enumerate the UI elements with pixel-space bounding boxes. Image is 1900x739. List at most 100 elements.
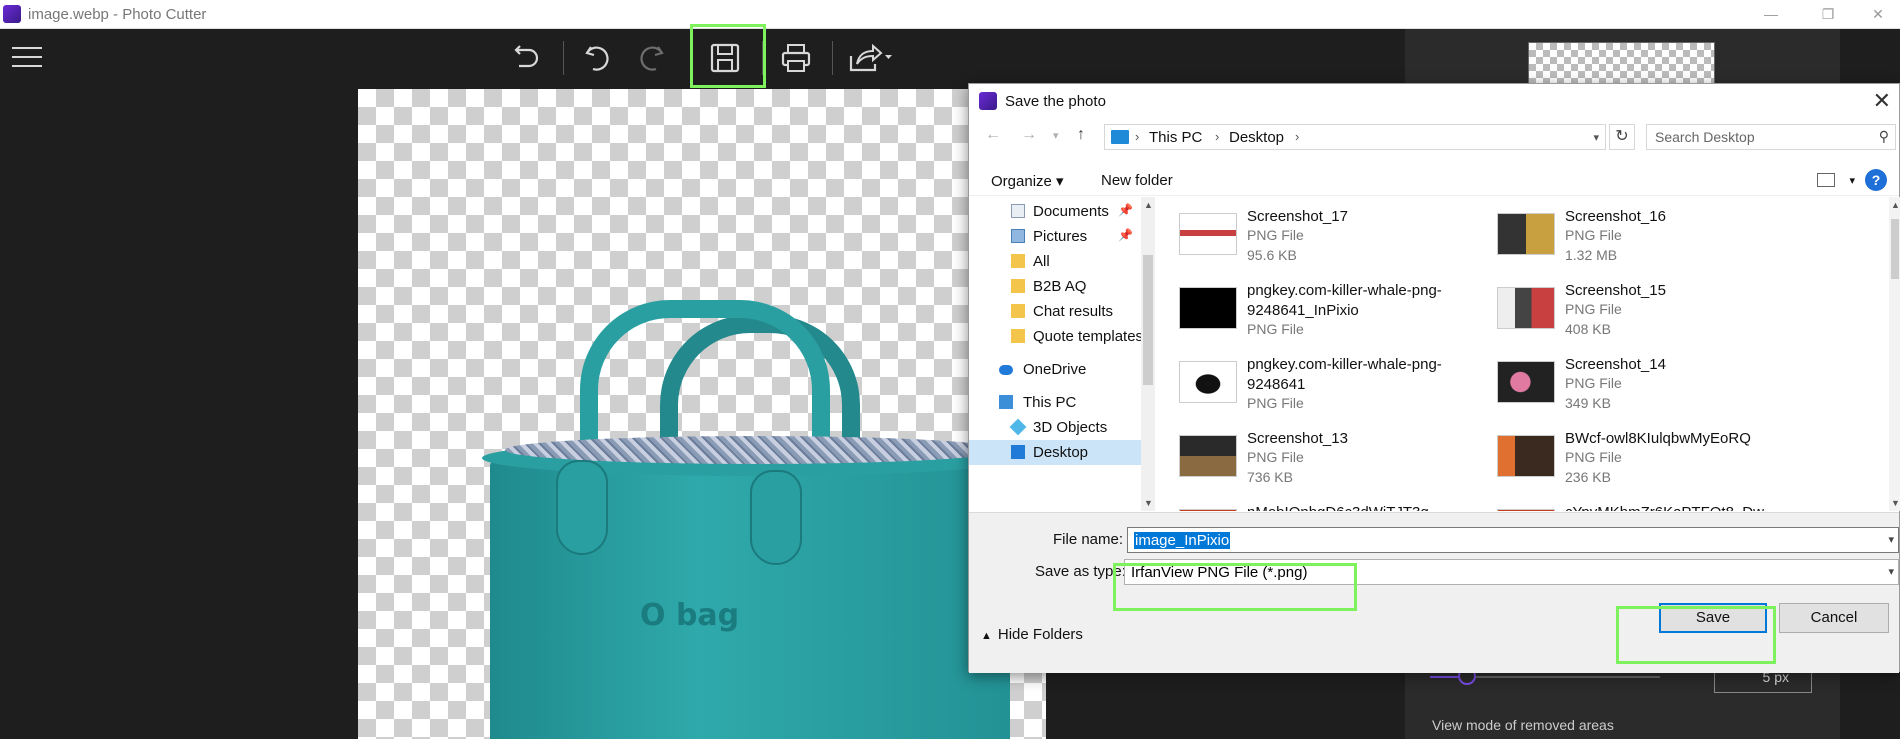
help-icon[interactable]: ? xyxy=(1865,169,1887,191)
undo-icon xyxy=(585,46,609,71)
file-item[interactable]: cYpyMKbmZr6KaPTFQt8_Dw xyxy=(1497,501,1797,511)
save-photo-dialog: Save the photo ✕ ← → ▾ ↑ › This PC › Des… xyxy=(968,83,1900,673)
command-bar: Organize ▾ New folder ▾ ? xyxy=(969,164,1899,196)
breadcrumb-desktop[interactable]: Desktop xyxy=(1229,129,1284,146)
nav-scroll-thumb[interactable] xyxy=(1143,255,1153,385)
file-thumbnail xyxy=(1179,213,1237,255)
folder-icon xyxy=(1011,329,1025,343)
scroll-up-icon[interactable]: ▲ xyxy=(1891,200,1900,210)
nav-item-chat-results[interactable]: Chat results xyxy=(969,299,1141,324)
toolbar-divider xyxy=(563,41,564,75)
onedrive-icon xyxy=(999,365,1013,375)
organize-menu[interactable]: Organize ▾ xyxy=(991,172,1064,190)
nav-pane-scrollbar[interactable]: ▲ ▼ xyxy=(1141,197,1155,511)
new-folder-button[interactable]: New folder xyxy=(1101,172,1173,189)
file-thumbnail xyxy=(1497,361,1555,403)
file-item[interactable]: pngkey.com-killer-whale-png-9248641 PNG … xyxy=(1179,353,1479,419)
search-input[interactable]: Search Desktop ⚲ xyxy=(1646,124,1896,150)
file-name-input[interactable]: image_InPixio ▾ xyxy=(1127,527,1899,553)
minimize-button[interactable]: — xyxy=(1751,4,1791,24)
search-icon: ⚲ xyxy=(1878,128,1889,144)
3d-objects-icon xyxy=(1009,418,1027,436)
breadcrumb-chevron-icon[interactable]: › xyxy=(1215,129,1219,144)
file-type: PNG File xyxy=(1247,321,1304,337)
nav-item-label: OneDrive xyxy=(1023,361,1087,378)
view-mode-label: View mode of removed areas xyxy=(1432,717,1614,733)
file-list-scrollbar[interactable]: ▲ ▼ xyxy=(1889,197,1900,511)
file-type: PNG File xyxy=(1565,449,1622,465)
file-thumbnail xyxy=(1497,287,1555,329)
file-size: 236 KB xyxy=(1565,469,1611,485)
redo-icon xyxy=(640,46,664,71)
file-name: Screenshot_16 xyxy=(1565,208,1666,225)
nav-item-pictures[interactable]: Pictures 📌 xyxy=(969,224,1141,249)
file-item[interactable]: nMobIOnbgD6c3dWiTJT3g xyxy=(1179,501,1479,511)
view-dropdown-icon[interactable]: ▾ xyxy=(1849,174,1855,187)
file-thumbnail xyxy=(1497,213,1555,255)
print-button[interactable] xyxy=(774,37,818,79)
nav-item-b2b-aq[interactable]: B2B AQ xyxy=(969,274,1141,299)
redo-button[interactable] xyxy=(630,37,674,79)
nav-item-this-pc[interactable]: This PC xyxy=(969,390,1141,415)
undo-button[interactable] xyxy=(575,37,619,79)
back-arrow-icon[interactable]: ← xyxy=(985,126,1001,144)
file-scroll-thumb[interactable] xyxy=(1891,219,1899,279)
navigation-pane: Documents 📌 Pictures 📌 All B2B AQ Chat r… xyxy=(969,197,1155,511)
breadcrumb-this-pc[interactable]: This PC xyxy=(1149,129,1202,146)
restore-button[interactable]: ❐ xyxy=(1808,4,1848,24)
this-pc-icon xyxy=(999,395,1013,409)
dialog-close-button[interactable]: ✕ xyxy=(1873,88,1891,114)
nav-item-desktop[interactable]: Desktop xyxy=(969,440,1141,465)
print-icon xyxy=(781,44,811,72)
nav-item-documents[interactable]: Documents 📌 xyxy=(969,199,1141,224)
file-item[interactable]: Screenshot_14 PNG File 349 KB xyxy=(1497,353,1797,419)
bag-handle-tab-left xyxy=(556,460,608,555)
file-item[interactable]: Screenshot_15 PNG File 408 KB xyxy=(1497,279,1797,345)
hamburger-icon[interactable] xyxy=(12,47,42,67)
nav-item-onedrive[interactable]: OneDrive xyxy=(969,357,1141,382)
file-size: 1.32 MB xyxy=(1565,247,1618,263)
file-item[interactable]: Screenshot_13 PNG File 736 KB xyxy=(1179,427,1479,493)
file-name-value: image_InPixio xyxy=(1134,532,1231,549)
breadcrumb-chevron-icon[interactable]: › xyxy=(1135,129,1139,144)
file-name: pngkey.com-killer-whale-png-9248641 xyxy=(1247,356,1442,393)
address-dropdown-icon[interactable]: ▾ xyxy=(1593,131,1599,144)
file-item[interactable]: BWcf-owl8KIulqbwMyEoRQ PNG File 236 KB xyxy=(1497,427,1797,493)
file-type: PNG File xyxy=(1247,449,1304,465)
scroll-down-icon[interactable]: ▼ xyxy=(1891,498,1900,508)
hide-folders-toggle[interactable]: ▲ Hide Folders xyxy=(981,626,1083,643)
forward-arrow-icon[interactable]: → xyxy=(1021,126,1037,144)
window-close-button[interactable]: ✕ xyxy=(1858,4,1898,24)
nav-item-3d-objects[interactable]: 3D Objects xyxy=(969,415,1141,440)
file-item[interactable]: pngkey.com-killer-whale-png-9248641_InPi… xyxy=(1179,279,1479,345)
nav-item-quote-templates[interactable]: Quote templates xyxy=(969,324,1143,349)
refresh-icon[interactable]: ↻ xyxy=(1609,124,1635,150)
documents-icon xyxy=(1011,204,1025,218)
file-name: Screenshot_17 xyxy=(1247,208,1348,225)
nav-item-label: 3D Objects xyxy=(1033,419,1108,436)
pin-icon: 📌 xyxy=(1118,203,1133,217)
window-title: image.webp - Photo Cutter xyxy=(28,6,207,23)
preview-thumbnail[interactable] xyxy=(1528,42,1715,84)
share-button[interactable] xyxy=(846,37,896,79)
cancel-button[interactable]: Cancel xyxy=(1779,603,1889,633)
undo-history-button[interactable] xyxy=(505,37,549,79)
nav-item-label: All xyxy=(1033,253,1050,270)
view-options-icon[interactable] xyxy=(1817,173,1835,187)
hide-folders-label: Hide Folders xyxy=(997,626,1083,643)
save-as-type-dropdown-icon[interactable]: ▾ xyxy=(1888,565,1894,578)
search-placeholder: Search Desktop xyxy=(1655,129,1755,145)
scroll-down-icon[interactable]: ▼ xyxy=(1144,498,1153,508)
app-icon xyxy=(3,5,21,23)
undo-history-icon xyxy=(514,45,539,68)
address-bar[interactable]: › This PC › Desktop › ▾ xyxy=(1104,124,1606,150)
file-name-dropdown-icon[interactable]: ▾ xyxy=(1888,533,1894,546)
up-arrow-icon[interactable]: ↑ xyxy=(1077,126,1085,144)
file-item[interactable]: Screenshot_16 PNG File 1.32 MB xyxy=(1497,205,1797,271)
file-size: 408 KB xyxy=(1565,321,1611,337)
breadcrumb-chevron-icon[interactable]: › xyxy=(1295,129,1299,144)
scroll-up-icon[interactable]: ▲ xyxy=(1144,200,1153,210)
nav-item-all[interactable]: All xyxy=(969,249,1141,274)
recent-locations-chevron-icon[interactable]: ▾ xyxy=(1053,129,1059,142)
file-item[interactable]: Screenshot_17 PNG File 95.6 KB xyxy=(1179,205,1479,271)
